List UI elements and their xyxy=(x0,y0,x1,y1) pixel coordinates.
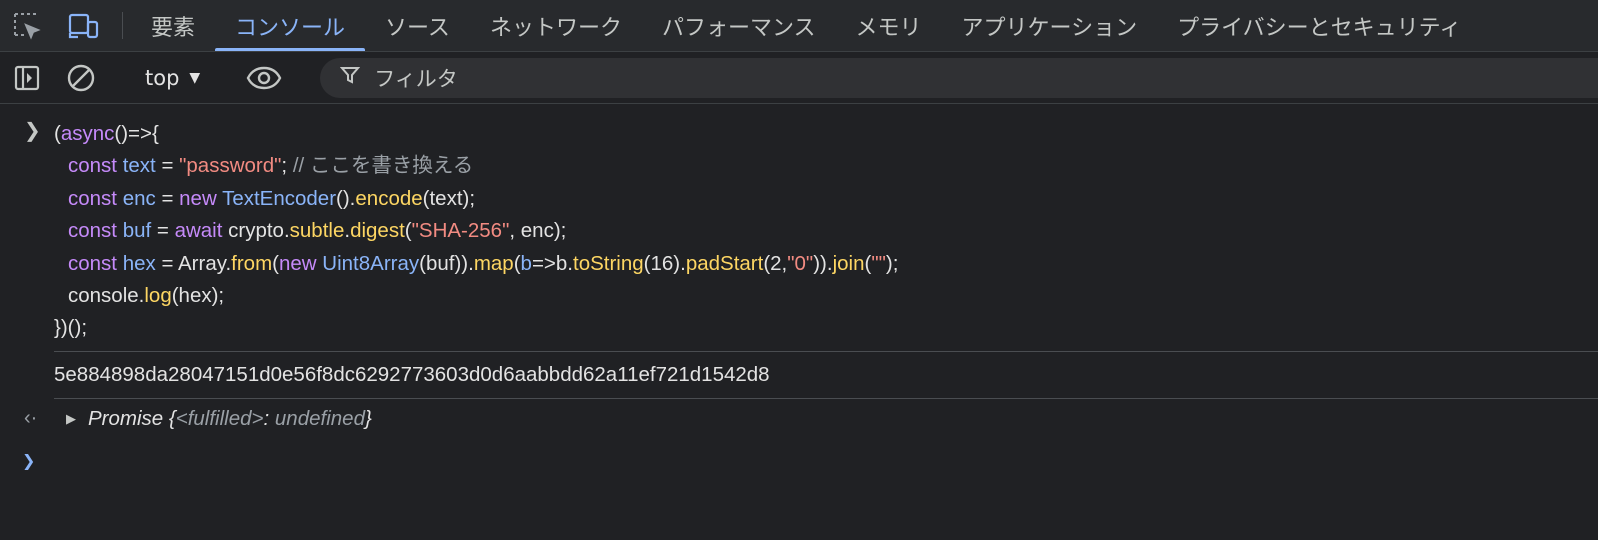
tab-memory[interactable]: メモリ xyxy=(836,0,942,51)
tab-elements[interactable]: 要素 xyxy=(131,0,215,51)
code-line: })(); xyxy=(54,316,88,340)
tab-privacy-security[interactable]: プライバシーとセキュリティ xyxy=(1157,0,1481,51)
tab-label: コンソール xyxy=(235,15,346,41)
tab-console[interactable]: コンソール xyxy=(215,0,366,51)
code-line: const text = "password"; // ここを書き換える xyxy=(68,154,474,178)
caret-down-icon: ▼ xyxy=(189,69,201,86)
expand-triangle-icon[interactable]: ▶ xyxy=(66,411,76,427)
tab-label: ソース xyxy=(385,15,450,41)
code-line: const hex = Array.from(new Uint8Array(bu… xyxy=(68,251,899,275)
tab-network[interactable]: ネットワーク xyxy=(470,0,642,51)
devtools-tabbar: 要素 コンソール ソース ネットワーク パフォーマンス メモリ アプリケーション… xyxy=(0,0,1598,52)
code-line: const buf = await crypto.subtle.digest("… xyxy=(68,219,567,243)
console-toolbar: top ▼ フィルタ xyxy=(0,52,1598,104)
console-input-entry: ❯ (async()=>{ const text = "password"; /… xyxy=(0,118,1598,345)
filter-placeholder: フィルタ xyxy=(374,66,458,91)
hash-output: 5e884898da28047151d0e56f8dc6292773603d0d… xyxy=(54,362,770,386)
result-arrow-icon: ‹· xyxy=(24,407,38,430)
prompt-chevron-icon: ❯ xyxy=(22,450,36,470)
code-line: (async()=>{ xyxy=(54,122,159,145)
tab-label: パフォーマンス xyxy=(661,15,816,41)
tabbar-separator xyxy=(122,12,123,39)
console-log-output: 5e884898da28047151d0e56f8dc6292773603d0d… xyxy=(0,352,1598,398)
clear-console-icon[interactable] xyxy=(54,52,108,104)
sidebar-toggle-icon[interactable] xyxy=(0,52,54,104)
code-line: console.log(hex); xyxy=(68,284,225,308)
inspect-element-icon[interactable] xyxy=(0,0,54,51)
console-panel: ❯ (async()=>{ const text = "password"; /… xyxy=(0,104,1598,483)
input-chevron-icon: ❯ xyxy=(24,118,41,142)
tab-label: メモリ xyxy=(855,15,922,41)
tab-application[interactable]: アプリケーション xyxy=(942,0,1158,51)
filter-input[interactable]: フィルタ xyxy=(320,57,1598,98)
tab-performance[interactable]: パフォーマンス xyxy=(642,0,836,51)
filter-icon xyxy=(340,65,361,90)
result-promise: Promise {<fulfilled>: undefined} xyxy=(88,406,372,430)
tab-label: 要素 xyxy=(151,15,196,41)
tab-label: ネットワーク xyxy=(489,15,622,41)
tab-sources[interactable]: ソース xyxy=(365,0,470,51)
eye-icon[interactable] xyxy=(237,52,291,104)
console-prompt[interactable]: ❯ xyxy=(0,439,1598,483)
code-line: const enc = new TextEncoder().encode(tex… xyxy=(68,186,476,210)
console-result-entry[interactable]: ‹· ▶ Promise {<fulfilled>: undefined} xyxy=(0,399,1598,439)
tab-label: プライバシーとセキュリティ xyxy=(1177,15,1462,41)
tab-label: アプリケーション xyxy=(961,15,1138,41)
context-selector[interactable]: top ▼ xyxy=(125,52,220,104)
context-label: top xyxy=(145,65,180,90)
device-toolbar-icon[interactable] xyxy=(54,0,114,51)
